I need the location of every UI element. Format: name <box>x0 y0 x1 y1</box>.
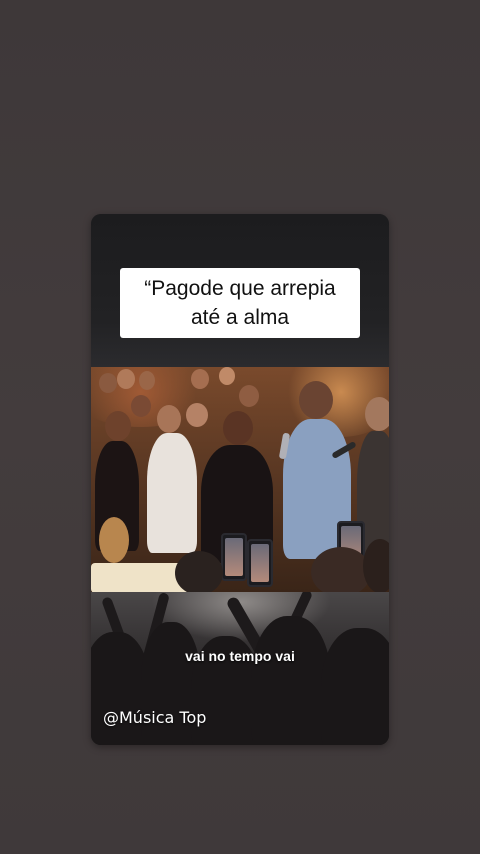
caption-line-1: “Pagode que arrepia <box>144 277 336 300</box>
crowd-head <box>175 551 223 592</box>
crowd-head <box>363 539 389 592</box>
crowd-head <box>239 385 259 407</box>
phone-recording <box>221 533 247 581</box>
story-card[interactable]: “Pagode que arrepia até a alma vai no te… <box>91 214 389 745</box>
caption-area: “Pagode que arrepia até a alma <box>91 214 389 367</box>
singer-head <box>223 411 253 445</box>
crowd-head <box>191 369 209 389</box>
watermark-handle: @Música Top <box>103 708 207 727</box>
singer-body <box>147 433 197 553</box>
crowd-head <box>139 371 155 390</box>
singer-head <box>157 405 181 433</box>
crowd-head <box>99 373 117 393</box>
crowd-head <box>117 369 135 389</box>
caption-line-2: até a alma <box>190 306 290 329</box>
crowd-head <box>186 403 208 427</box>
concert-video[interactable] <box>91 367 389 592</box>
singer-head <box>299 381 333 419</box>
crowd-silhouette <box>251 616 331 745</box>
singer-head <box>105 411 131 441</box>
crowd-head <box>131 395 151 417</box>
caption-box: “Pagode que arrepia até a alma <box>120 268 360 338</box>
crowd-silhouette <box>321 628 389 745</box>
singer-head <box>365 397 389 431</box>
phone-recording <box>247 539 273 587</box>
guitar <box>99 517 129 563</box>
lyric-subtitle: vai no tempo vai <box>185 648 295 664</box>
crowd-head <box>219 367 235 385</box>
crowd-head <box>311 547 371 592</box>
story-screen[interactable]: “Pagode que arrepia até a alma vai no te… <box>0 0 480 854</box>
